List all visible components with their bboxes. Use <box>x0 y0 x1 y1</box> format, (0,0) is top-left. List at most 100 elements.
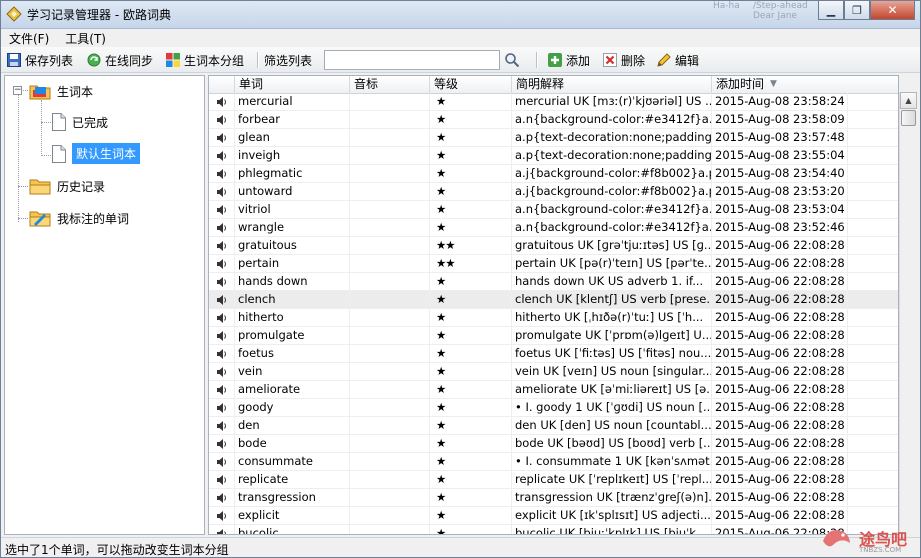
table-row[interactable]: consummate ★ • I. consummate 1 UK [kənˈsʌm… <box>209 453 898 471</box>
online-sync-button[interactable]: 在线同步 <box>86 51 153 69</box>
tree-guide-line <box>18 90 19 222</box>
word-cell: glean <box>235 129 350 146</box>
menu-file[interactable]: 文件(F) <box>1 30 57 47</box>
table-row[interactable]: bode ★ bode UK [bəʊd] US [boʊd] verb [... 2… <box>209 435 898 453</box>
table-row[interactable]: forbear ★ a.n{background-color:#e3412f}a..… <box>209 111 898 129</box>
document-icon <box>51 144 67 164</box>
speaker-icon[interactable] <box>209 453 235 470</box>
table-row[interactable]: glean ★ a.p{text-decoration:none;padding..… <box>209 129 898 147</box>
date-added-cell: 2015-Aug-06 22:08:28 <box>712 417 848 434</box>
speaker-icon[interactable] <box>209 93 235 110</box>
speaker-icon[interactable] <box>209 219 235 236</box>
table-row[interactable]: replicate ★ replicate UK [ˈreplɪkeɪt] US [… <box>209 471 898 489</box>
date-added-cell: 2015-Aug-08 23:58:09 <box>712 111 848 128</box>
close-button[interactable]: ✕ <box>870 1 915 20</box>
definition-cell: clench UK [klentʃ] US verb [prese... <box>512 291 712 308</box>
word-cell: phlegmatic <box>235 165 350 182</box>
table-row[interactable]: gratuitous ★★ gratuitous UK [ɡrəˈtjuːɪtəs]… <box>209 237 898 255</box>
speaker-icon[interactable] <box>209 417 235 434</box>
search-input[interactable] <box>324 50 500 70</box>
table-row[interactable]: den ★ den UK [den] US noun [countabl... 201… <box>209 417 898 435</box>
tree-node-default-wordbook[interactable]: 默认生词本 <box>51 143 141 164</box>
table-row[interactable]: pertain ★★ pertain UK [pə(r)ˈteɪn] US [pər… <box>209 255 898 273</box>
column-header-word[interactable]: 单词 <box>235 76 350 94</box>
save-list-button[interactable]: 保存列表 <box>6 51 73 69</box>
online-sync-label: 在线同步 <box>105 53 154 68</box>
table-row[interactable]: ameliorate ★ ameliorate UK [əˈmiːliəreɪt] … <box>209 381 898 399</box>
edit-button[interactable]: 编辑 <box>656 51 699 69</box>
speaker-icon[interactable] <box>209 399 235 416</box>
word-cell: bode <box>235 435 350 452</box>
date-added-cell: 2015-Aug-06 22:08:28 <box>712 471 848 488</box>
search-button[interactable] <box>504 51 520 69</box>
tree-node-wordbook[interactable]: 生词本 <box>28 81 93 101</box>
table-row[interactable]: bucolic ★ bucolic UK [bjuːˈkɒlɪk] US [bjuˈ… <box>209 525 898 534</box>
menu-tools[interactable]: 工具(T) <box>57 30 114 47</box>
speaker-icon[interactable] <box>209 183 235 200</box>
speaker-icon[interactable] <box>209 291 235 308</box>
speaker-icon[interactable] <box>209 345 235 362</box>
speaker-icon[interactable] <box>209 111 235 128</box>
table-row[interactable]: untoward ★ a.j{background-color:#f8b002}a.… <box>209 183 898 201</box>
delete-icon <box>602 52 618 68</box>
table-row[interactable]: transgression ★ transgression UK [trænzˈɡr… <box>209 489 898 507</box>
definition-cell: • I. consummate 1 UK [kənˈsʌmət... <box>512 453 712 470</box>
word-cell: bucolic <box>235 525 350 534</box>
table-row[interactable]: wrangle ★ a.n{background-color:#e3412f}a..… <box>209 219 898 237</box>
delete-button[interactable]: 删除 <box>602 51 645 69</box>
table-row[interactable]: foetus ★ foetus UK [ˈfiːtəs] US [ˈfitəs] n… <box>209 345 898 363</box>
column-header-date-added[interactable]: 添加时间 ▼ <box>712 76 848 94</box>
speaker-icon[interactable] <box>209 363 235 380</box>
speaker-icon[interactable] <box>209 129 235 146</box>
table-row[interactable]: explicit ★ explicit UK [ɪkˈsplɪsɪt] US adj… <box>209 507 898 525</box>
definition-cell: • I. goody 1 UK [ˈɡʊdi] US noun [... <box>512 399 712 416</box>
status-text: 选中了1个单词，可以拖动改变生词本分组 <box>5 543 229 557</box>
table-row[interactable]: vein ★ vein UK [veɪn] US noun [singular...… <box>209 363 898 381</box>
tree-collapse-toggle[interactable]: − <box>13 86 22 95</box>
speaker-icon[interactable] <box>209 237 235 254</box>
date-added-cell: 2015-Aug-08 23:52:46 <box>712 219 848 236</box>
minimize-button[interactable]: ▁ <box>818 1 844 20</box>
title-bar: 学习记录管理器 - 欧路词典 Ha-ha /Step-ahead Dear Ja… <box>1 1 920 29</box>
speaker-icon[interactable] <box>209 273 235 290</box>
close-icon: ✕ <box>887 3 898 17</box>
speaker-icon[interactable] <box>209 381 235 398</box>
scroll-up-arrow-icon[interactable]: ▲ <box>900 92 917 109</box>
table-row[interactable]: hands down ★ hands down UK US adverb 1. if… <box>209 273 898 291</box>
maximize-button[interactable]: ❐ <box>844 1 870 20</box>
table-row[interactable]: clench ★ clench UK [klentʃ] US verb [prese… <box>209 291 898 309</box>
speaker-icon[interactable] <box>209 507 235 524</box>
table-row[interactable]: promulgate ★ promulgate UK [ˈprɒm(ə)lɡeɪt]… <box>209 327 898 345</box>
table-row[interactable]: vitriol ★ a.n{background-color:#e3412f}a..… <box>209 201 898 219</box>
tree-node-marked-words[interactable]: 我标注的单词 <box>28 208 129 228</box>
speaker-icon[interactable] <box>209 147 235 164</box>
speaker-icon[interactable] <box>209 327 235 344</box>
tree-node-completed[interactable]: 已完成 <box>51 112 108 132</box>
definition-cell: explicit UK [ɪkˈsplɪsɪt] US adjecti... <box>512 507 712 524</box>
vertical-scrollbar[interactable]: ▲ <box>899 92 917 535</box>
speaker-icon[interactable] <box>209 255 235 272</box>
table-row[interactable]: goody ★ • I. goody 1 UK [ˈɡʊdi] US noun [.… <box>209 399 898 417</box>
speaker-icon[interactable] <box>209 489 235 506</box>
table-row[interactable]: hitherto ★ hitherto UK [ˌhɪðə(r)ˈtuː] US [… <box>209 309 898 327</box>
tree-node-history[interactable]: 历史记录 <box>28 176 105 196</box>
column-header-phonetic[interactable]: 音标 <box>350 76 430 94</box>
speaker-icon[interactable] <box>209 309 235 326</box>
speaker-icon[interactable] <box>209 165 235 182</box>
scroll-thumb[interactable] <box>901 110 916 126</box>
word-cell: goody <box>235 399 350 416</box>
column-header-level[interactable]: 等级 <box>430 76 512 94</box>
group-button[interactable]: 生词本分组 <box>165 51 244 69</box>
table-row[interactable]: phlegmatic ★ a.j{background-color:#f8b002}… <box>209 165 898 183</box>
definition-cell: den UK [den] US noun [countabl... <box>512 417 712 434</box>
table-row[interactable]: mercurial ★ mercurial UK [mɜː(r)ˈkjʊəriəl]… <box>209 93 898 111</box>
add-button[interactable]: 添加 <box>547 51 590 69</box>
column-header-definition[interactable]: 简明解释 <box>512 76 712 94</box>
filter-list-button[interactable]: 筛选列表 <box>264 51 312 69</box>
definition-cell: a.n{background-color:#e3412f}a.... <box>512 111 712 128</box>
speaker-icon[interactable] <box>209 525 235 534</box>
speaker-icon[interactable] <box>209 435 235 452</box>
speaker-icon[interactable] <box>209 201 235 218</box>
speaker-icon[interactable] <box>209 471 235 488</box>
table-row[interactable]: inveigh ★ a.p{text-decoration:none;padding… <box>209 147 898 165</box>
